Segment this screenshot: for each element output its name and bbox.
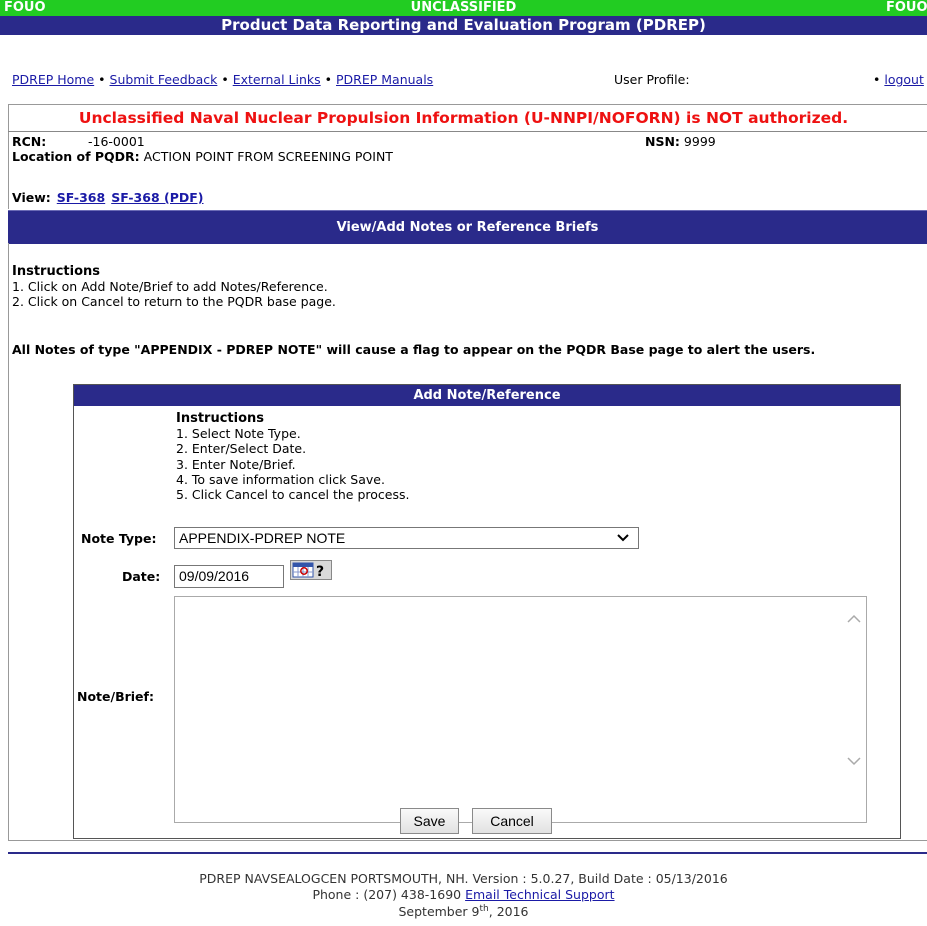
add-note-title: Add Note/Reference bbox=[74, 385, 900, 406]
flag-note: All Notes of type "APPENDIX - PDREP NOTE… bbox=[12, 342, 816, 357]
nav-submit-feedback[interactable]: Submit Feedback bbox=[110, 72, 218, 87]
classification-banner: FOUO UNCLASSIFIED FOUO bbox=[0, 0, 927, 16]
instruction-item: 2. Click on Cancel to return to the PQDR… bbox=[12, 294, 336, 309]
view-sf368-link[interactable]: SF-368 bbox=[57, 190, 105, 205]
date-input[interactable]: 09/09/2016 bbox=[174, 565, 284, 588]
chevron-up-icon[interactable] bbox=[846, 613, 862, 629]
banner-right: FOUO bbox=[886, 0, 927, 15]
form-instructions: Instructions 1. Select Note Type. 2. Ent… bbox=[176, 410, 409, 502]
form-instruction-item: 4. To save information click Save. bbox=[176, 471, 385, 487]
top-nav: PDREP Home • Submit Feedback • External … bbox=[12, 72, 433, 87]
footer-divider bbox=[8, 852, 927, 854]
nav-separator: • bbox=[98, 72, 106, 87]
location-label: Location of PQDR: bbox=[12, 149, 140, 164]
note-type-label: Note Type: bbox=[81, 531, 157, 546]
footer-date-year: , 2016 bbox=[488, 904, 529, 920]
chevron-down-icon[interactable] bbox=[846, 755, 862, 771]
note-brief-textarea[interactable] bbox=[174, 596, 867, 823]
app-title: Product Data Reporting and Evaluation Pr… bbox=[0, 16, 927, 35]
view-sf368-pdf-link[interactable]: SF-368 (PDF) bbox=[111, 190, 203, 205]
save-button[interactable]: Save bbox=[400, 808, 459, 834]
location-field: Location of PQDR: ACTION POINT FROM SCRE… bbox=[12, 149, 393, 164]
email-support-link[interactable]: Email Technical Support bbox=[465, 887, 614, 902]
rcn-label: RCN: bbox=[12, 134, 47, 149]
note-type-value: APPENDIX-PDREP NOTE bbox=[179, 530, 346, 546]
form-instruction-item: 1. Select Note Type. bbox=[176, 426, 301, 442]
view-links: View: SF-368 SF-368 (PDF) bbox=[12, 190, 204, 205]
location-value: ACTION POINT FROM SCREENING POINT bbox=[143, 149, 393, 164]
footer-date-text: September 9 bbox=[398, 904, 480, 920]
form-instructions-title: Instructions bbox=[176, 411, 265, 426]
section-header: View/Add Notes or Reference Briefs bbox=[8, 210, 927, 244]
calendar-help-icon[interactable]: ? bbox=[290, 560, 332, 580]
nav-separator: • bbox=[324, 72, 333, 87]
nav-external-links[interactable]: External Links bbox=[233, 72, 321, 87]
form-instruction-item: 5. Click Cancel to cancel the process. bbox=[176, 487, 410, 503]
cancel-button[interactable]: Cancel bbox=[472, 808, 552, 834]
nsn-value: 9999 bbox=[683, 134, 716, 149]
form-instruction-item: 3. Enter Note/Brief. bbox=[176, 456, 296, 472]
footer: PDREP NAVSEALOGCEN PORTSMOUTH, NH. Versi… bbox=[0, 871, 927, 920]
footer-date-sup: th bbox=[479, 904, 489, 915]
nav-separator: • bbox=[873, 72, 881, 87]
note-type-select[interactable]: APPENDIX-PDREP NOTE bbox=[174, 527, 639, 549]
nsn-field: NSN: 9999 bbox=[645, 134, 716, 149]
logout-link[interactable]: logout bbox=[884, 72, 924, 87]
logout-area: • logout bbox=[873, 72, 924, 87]
nav-pdrep-home[interactable]: PDREP Home bbox=[12, 72, 94, 87]
note-brief-label: Note/Brief: bbox=[77, 689, 154, 704]
banner-center: UNCLASSIFIED bbox=[410, 0, 517, 15]
footer-phone: Phone : (207) 438-1690 bbox=[312, 886, 462, 902]
nnpi-warning: Unclassified Naval Nuclear Propulsion In… bbox=[78, 109, 849, 127]
footer-contact: Phone : (207) 438-1690 Email Technical S… bbox=[0, 887, 927, 903]
nsn-label: NSN: bbox=[645, 134, 680, 149]
footer-version: PDREP NAVSEALOGCEN PORTSMOUTH, NH. Versi… bbox=[199, 871, 728, 886]
rcn-value: -16-0001 bbox=[88, 134, 145, 149]
nav-pdrep-manuals[interactable]: PDREP Manuals bbox=[336, 72, 433, 87]
instructions-title: Instructions bbox=[12, 264, 101, 279]
svg-text:?: ? bbox=[316, 564, 324, 580]
user-profile-label: User Profile: bbox=[614, 72, 690, 87]
nav-separator: • bbox=[221, 72, 229, 87]
view-label: View: bbox=[12, 190, 51, 205]
divider bbox=[8, 131, 927, 132]
footer-date: September 9th, 2016 bbox=[0, 902, 927, 920]
instruction-item: 1. Click on Add Note/Brief to add Notes/… bbox=[12, 279, 328, 294]
chevron-down-icon bbox=[616, 528, 630, 553]
page-instructions: Instructions 1. Click on Add Note/Brief … bbox=[12, 263, 336, 309]
form-instruction-item: 2. Enter/Select Date. bbox=[176, 441, 307, 457]
date-label: Date: bbox=[122, 569, 161, 584]
